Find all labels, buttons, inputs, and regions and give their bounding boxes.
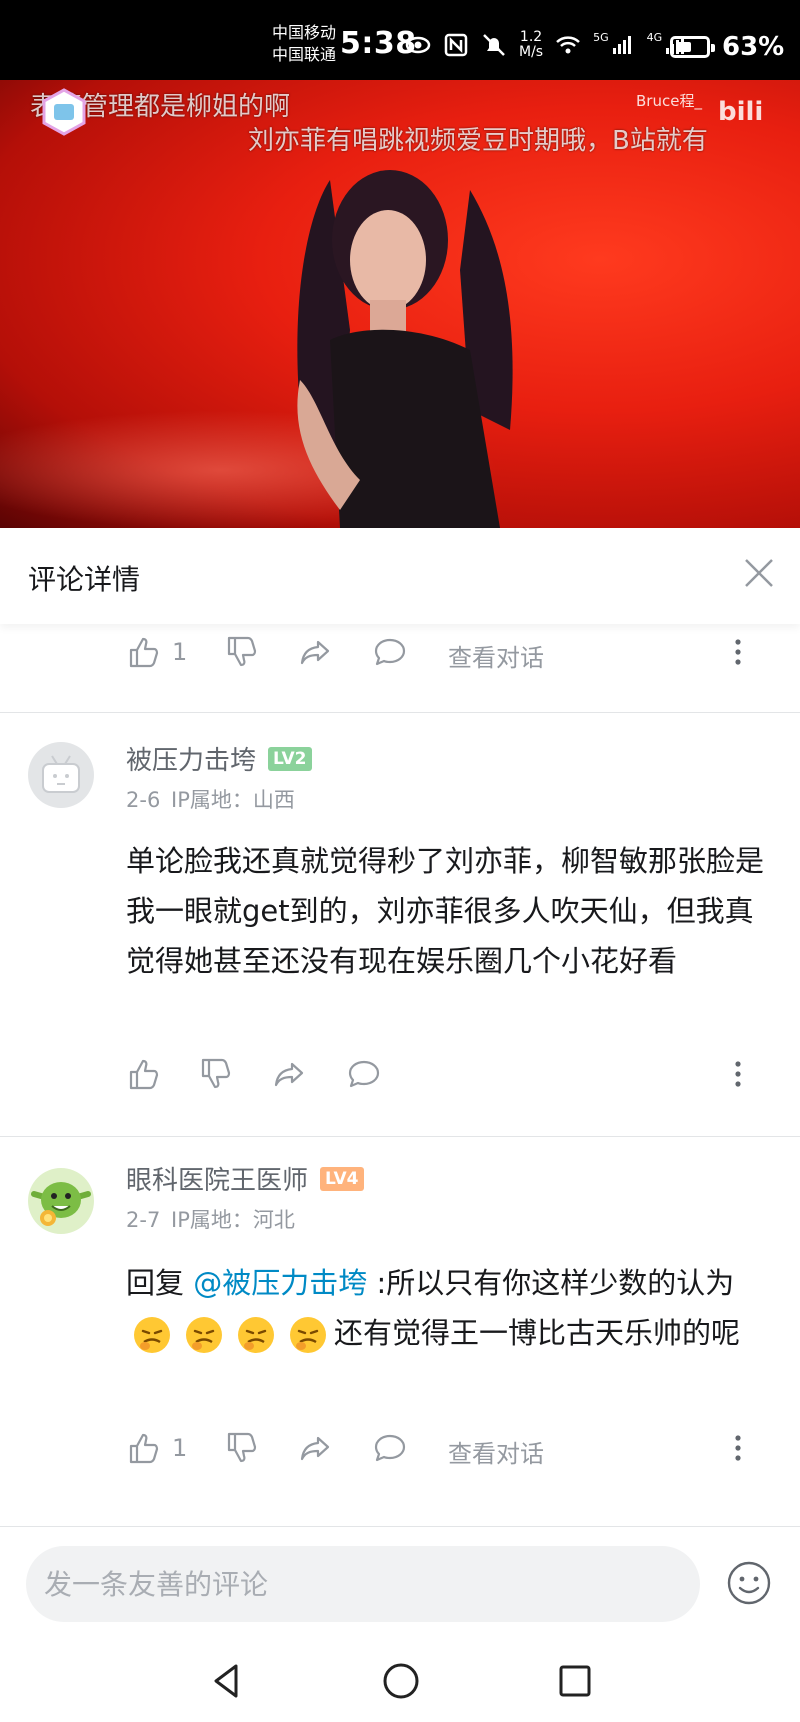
reply-prefix: 回复	[126, 1266, 194, 1300]
default-avatar-icon	[42, 755, 80, 793]
net-speed-value: 1.2	[519, 29, 543, 45]
thumbs-down-icon	[227, 1432, 257, 1463]
share-button[interactable]	[272, 1056, 308, 1092]
comment-detail-header: 评论详情	[0, 528, 800, 624]
wifi-icon	[556, 36, 580, 54]
comment-text: 单论脸我还真就觉得秒了刘亦菲，柳智敏那张脸是我一眼就get到的，刘亦菲很多人吹天…	[126, 844, 765, 978]
view-conversation-link[interactable]: 查看对话	[448, 1434, 544, 1469]
comment-item: 被压力击垮 LV2 2-6 IP属地：山西 单论脸我还真就觉得秒了刘亦菲，柳智敏那…	[0, 712, 800, 1134]
view-conversation-link[interactable]: 查看对话	[448, 638, 544, 673]
share-icon	[300, 1436, 330, 1461]
username[interactable]: 被压力击垮 LV2	[126, 740, 312, 777]
reply-button[interactable]	[372, 1430, 408, 1466]
emoji-picker-icon[interactable]	[726, 1560, 772, 1606]
status-bar: 中国移动 中国联通 5:38 1.2 M/s 5G 4G 63%	[0, 0, 800, 80]
nfc-icon	[444, 33, 468, 57]
comment-text: 回复 @被压力击垮 :所以只有你这样少数的认为还有觉得王一博比古天乐帅的呢	[126, 1258, 776, 1358]
battery-icon	[670, 36, 715, 58]
sneer-emoji-icon	[238, 1317, 274, 1353]
like-button[interactable]: 1	[126, 634, 187, 670]
danmaku-comment: 刘亦菲有唱跳视频爱豆时期哦，B站就有	[248, 126, 708, 156]
username-text: 眼科医院王医师	[126, 1166, 309, 1196]
divider	[0, 1526, 800, 1527]
more-options-icon[interactable]	[720, 634, 756, 670]
carrier-2: 中国联通	[272, 45, 337, 64]
username[interactable]: 眼科医院王医师 LV4	[126, 1160, 364, 1197]
share-button[interactable]	[298, 1430, 334, 1466]
page-title: 评论详情	[28, 563, 141, 596]
level-badge: LV4	[320, 1166, 364, 1191]
carrier-info: 中国移动 中国联通	[272, 22, 336, 66]
thumbs-up-icon	[129, 637, 159, 668]
bilibili-watermark-icon: bili	[718, 97, 763, 127]
comment-date: 2-7	[126, 1208, 161, 1232]
ip-location: IP属地：河北	[171, 1208, 295, 1232]
level-badge: LV2	[268, 746, 312, 771]
battery-level-fill	[676, 42, 692, 52]
recent-apps-icon[interactable]	[554, 1660, 596, 1702]
signal-5g-label: 5G	[593, 30, 609, 44]
comment-bubble-icon	[348, 1060, 380, 1088]
mute-bell-icon	[483, 34, 505, 56]
status-icons: 1.2 M/s 5G 4G	[405, 30, 688, 60]
uploader-watermark: Bruce程_	[636, 92, 702, 110]
comment-meta: 2-6 IP属地：山西	[126, 784, 295, 814]
system-navigation-bar	[0, 1640, 800, 1722]
comment-bubble-icon	[374, 1434, 406, 1462]
share-button[interactable]	[298, 634, 334, 670]
mention-link[interactable]: @被压力击垮	[193, 1266, 367, 1300]
thumbs-down-icon	[201, 1058, 231, 1089]
more-options-icon[interactable]	[720, 1430, 756, 1466]
signal-bars-icon	[612, 36, 631, 54]
thumbs-up-icon	[129, 1433, 159, 1464]
like-count: 1	[172, 638, 188, 666]
thumbs-up-icon	[129, 1059, 159, 1090]
comment-actions: 1 查看对话	[126, 1426, 746, 1470]
svg-text:bili: bili	[718, 97, 763, 127]
sneer-emoji-icon	[134, 1317, 170, 1353]
comment-date: 2-6	[126, 788, 161, 812]
comment-input-bar	[0, 1528, 800, 1638]
avatar[interactable]	[28, 742, 94, 808]
goblin-avatar-icon	[31, 1182, 91, 1226]
dislike-button[interactable]	[224, 634, 260, 670]
video-frame-performer	[297, 170, 513, 528]
sneer-emoji-icon	[186, 1317, 222, 1353]
back-icon[interactable]	[206, 1660, 248, 1702]
video-player[interactable]: 表情管理都是柳姐的啊 刘亦菲有唱跳视频爱豆时期哦，B站就有 Bruce程_ bi…	[0, 80, 800, 528]
root-comment-actions: 1 查看对话	[126, 630, 746, 674]
eye-icon	[405, 36, 431, 54]
share-icon	[274, 1062, 304, 1087]
battery-percent: 63%	[722, 32, 785, 62]
channel-logo-icon	[42, 88, 86, 136]
carrier-1: 中国移动	[272, 23, 337, 42]
more-options-icon[interactable]	[720, 1056, 756, 1092]
like-button[interactable]: 1	[126, 1430, 187, 1466]
reply-button[interactable]	[372, 634, 408, 670]
comment-item: 眼科医院王医师 LV4 2-7 IP属地：河北 回复 @被压力击垮 :所以只有你这…	[0, 1136, 800, 1526]
thumbs-down-icon	[227, 636, 257, 667]
comment-actions	[126, 1052, 746, 1096]
comment-text-part: 还有觉得王一博比古天乐帅的呢	[334, 1316, 741, 1350]
network-speed: 1.2 M/s	[519, 30, 543, 60]
comment-text-part: :所以只有你这样少数的认为	[367, 1266, 735, 1300]
comment-meta: 2-7 IP属地：河北	[126, 1204, 295, 1234]
like-button[interactable]	[126, 1056, 162, 1092]
reply-button[interactable]	[346, 1056, 382, 1092]
share-icon	[300, 640, 330, 665]
sneer-emoji-icon	[290, 1317, 326, 1353]
comment-bubble-icon	[374, 638, 406, 666]
like-count: 1	[172, 1434, 188, 1462]
close-icon[interactable]	[740, 554, 778, 592]
dislike-button[interactable]	[224, 1430, 260, 1466]
comment-input[interactable]	[26, 1546, 700, 1622]
dislike-button[interactable]	[198, 1056, 234, 1092]
signal-4g-label: 4G	[646, 30, 663, 44]
home-icon[interactable]	[380, 1660, 422, 1702]
net-speed-unit: M/s	[519, 44, 544, 60]
username-text: 被压力击垮	[126, 746, 257, 776]
avatar[interactable]	[28, 1168, 94, 1234]
ip-location: IP属地：山西	[171, 788, 295, 812]
